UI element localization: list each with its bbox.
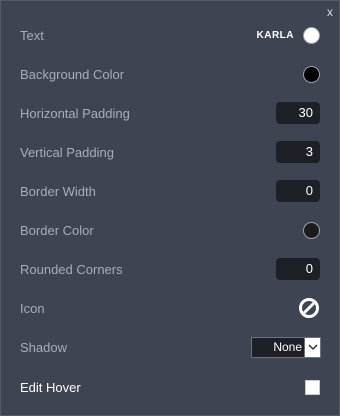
close-button[interactable]: x — [327, 5, 333, 19]
no-icon[interactable] — [298, 297, 320, 319]
shadow-row: Shadow None — [1, 333, 339, 361]
font-name[interactable]: KARLA — [257, 30, 295, 41]
button-style-panel: x Text KARLA Background Color Horizontal… — [0, 0, 340, 416]
text-label: Text — [20, 27, 44, 43]
background-color-label: Background Color — [20, 66, 125, 82]
vertical-padding-label: Vertical Padding — [20, 144, 114, 160]
border-width-input[interactable]: 0 — [276, 180, 320, 202]
chevron-down-icon[interactable] — [304, 337, 320, 357]
icon-row: Icon — [1, 294, 339, 322]
edit-hover-checkbox[interactable] — [305, 379, 320, 395]
border-color-label: Border Color — [20, 222, 94, 238]
border-color-swatch[interactable] — [303, 221, 320, 239]
shadow-select-value: None — [273, 340, 302, 354]
background-color-swatch[interactable] — [303, 65, 320, 83]
shadow-select[interactable]: None — [251, 336, 321, 358]
background-color-row: Background Color — [1, 60, 339, 88]
edit-hover-label: Edit Hover — [20, 379, 81, 395]
rounded-corners-label: Rounded Corners — [20, 261, 123, 277]
horizontal-padding-row: Horizontal Padding 30 — [1, 99, 339, 127]
text-row: Text KARLA — [1, 21, 339, 49]
border-width-label: Border Width — [20, 183, 96, 199]
shadow-label: Shadow — [20, 339, 67, 355]
horizontal-padding-label: Horizontal Padding — [20, 105, 130, 121]
border-color-row: Border Color — [1, 216, 339, 244]
vertical-padding-input[interactable]: 3 — [276, 141, 320, 163]
text-color-swatch[interactable] — [303, 26, 320, 44]
edit-hover-row: Edit Hover — [1, 373, 339, 401]
icon-label: Icon — [20, 300, 45, 316]
vertical-padding-row: Vertical Padding 3 — [1, 138, 339, 166]
rounded-corners-row: Rounded Corners 0 — [1, 255, 339, 283]
border-width-row: Border Width 0 — [1, 177, 339, 205]
horizontal-padding-input[interactable]: 30 — [276, 102, 320, 124]
rounded-corners-input[interactable]: 0 — [276, 258, 320, 280]
